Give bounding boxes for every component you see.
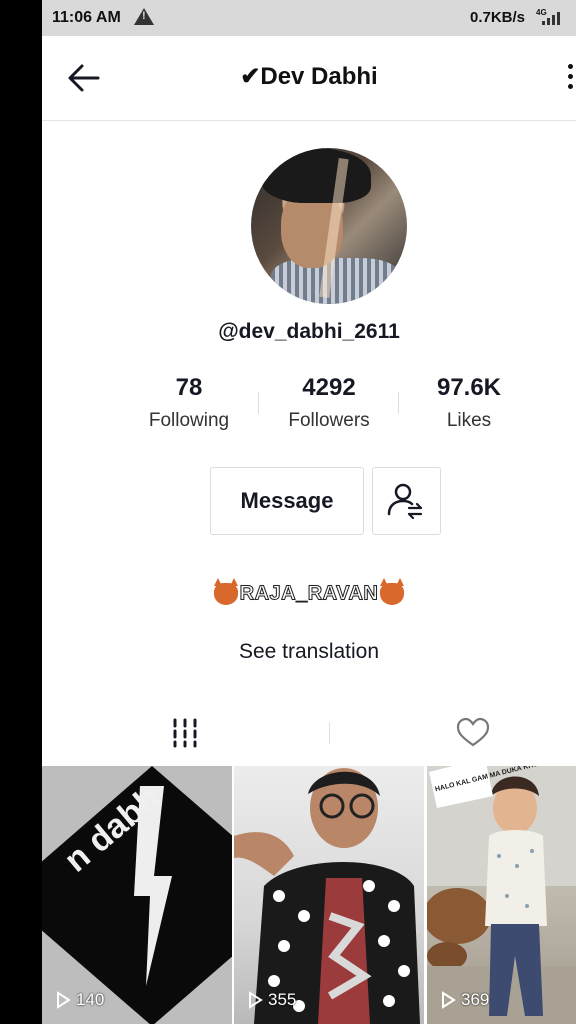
- likes-count: 97.6K: [436, 374, 502, 401]
- username: @dev_dabhi_2611: [218, 320, 400, 343]
- warning-icon: [134, 8, 154, 25]
- stat-likes: 97.6K Likes: [399, 374, 539, 432]
- video-thumbnail[interactable]: 355: [234, 766, 424, 1024]
- view-count-text: 355: [268, 990, 297, 1009]
- devil-emoji-icon: [213, 578, 238, 606]
- more-icon[interactable]: [568, 64, 576, 94]
- video-thumbnail[interactable]: HALO KAL GAM MA DUKA KHULVANI 369: [427, 766, 576, 1024]
- profile-screen: 11:06 AM 0.7KB/s 4G ✔Dev Dabhi @dev_dabh…: [42, 0, 576, 1024]
- view-count: 355: [246, 990, 296, 1010]
- stat-followers[interactable]: 4292 Followers: [259, 374, 399, 432]
- play-icon: [249, 991, 263, 1009]
- thumbnail-artwork: [234, 768, 420, 1024]
- likes-label: Likes: [446, 410, 492, 431]
- follow-suggest-button[interactable]: [372, 467, 441, 535]
- following-count: 78: [175, 374, 203, 401]
- follow-suggest-icon: [387, 483, 423, 520]
- see-translation-link[interactable]: See translation: [42, 640, 576, 664]
- status-bar: 11:06 AM 0.7KB/s 4G: [42, 0, 576, 36]
- followers-label: Followers: [288, 410, 370, 431]
- profile-tabs: [42, 700, 576, 764]
- view-count-text: 369: [461, 990, 490, 1009]
- bio: RAJA_RAVAN: [42, 578, 576, 606]
- video-thumbnail[interactable]: n dabh 140: [42, 766, 232, 1024]
- stat-following[interactable]: 78 Following: [119, 374, 259, 432]
- tab-divider: [329, 722, 330, 744]
- grid-videos-icon[interactable]: [152, 712, 222, 752]
- avatar[interactable]: [251, 148, 407, 304]
- devil-emoji-icon: [380, 578, 405, 606]
- view-count: 369: [439, 990, 489, 1010]
- followers-count: 4292: [302, 374, 356, 401]
- page-title: ✔Dev Dabhi: [240, 63, 378, 90]
- following-label: Following: [148, 410, 230, 431]
- view-count: 140: [54, 990, 104, 1010]
- signal-icon: [542, 12, 560, 25]
- play-icon: [442, 991, 456, 1009]
- profile-header: ✔Dev Dabhi: [42, 36, 576, 121]
- play-icon: [57, 991, 71, 1009]
- status-time: 11:06 AM: [52, 9, 121, 26]
- bio-text: RAJA_RAVAN: [239, 582, 379, 605]
- thumbnail-artwork: n dabh: [42, 766, 232, 1024]
- thumbnail-artwork: HALO KAL GAM MA DUKA KHULVANI: [427, 766, 576, 1024]
- network-speed: 0.7KB/s: [470, 9, 526, 26]
- view-count-text: 140: [76, 990, 105, 1009]
- message-button[interactable]: Message: [210, 467, 364, 535]
- heart-icon[interactable]: [438, 712, 508, 752]
